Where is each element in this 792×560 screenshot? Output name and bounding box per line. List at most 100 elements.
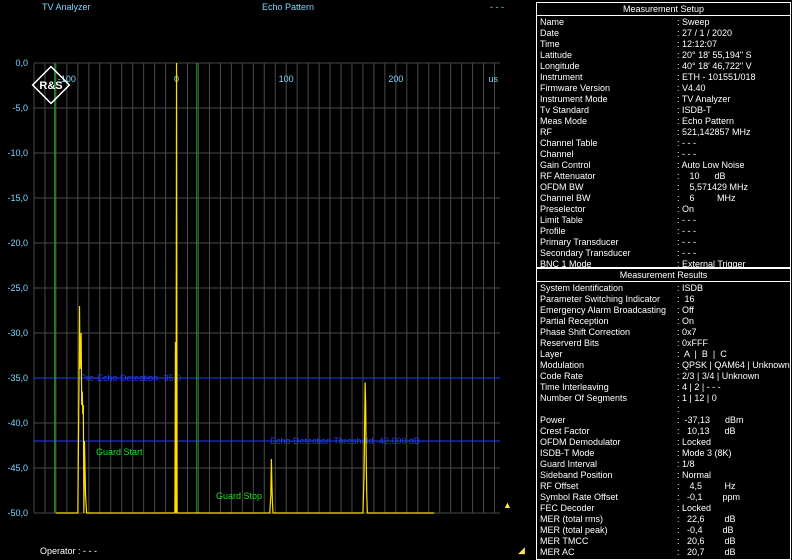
- setup-row-label: Instrument: [540, 72, 583, 82]
- y-tick-label: 0,0: [15, 58, 28, 68]
- y-tick-label: -15,0: [7, 193, 28, 203]
- setup-row-label: Name: [540, 17, 565, 27]
- setup-row-value: : Echo Pattern: [677, 116, 735, 126]
- result-row-label: Sideband Position: [540, 470, 613, 480]
- result-row-label: Phase Shift Correction: [540, 327, 631, 337]
- result-row-value: : Locked: [677, 437, 712, 447]
- setup-row-label: RF Attenuator: [540, 171, 596, 181]
- setup-row-label: Gain Control: [540, 160, 591, 170]
- y-tick-label: -45,0: [7, 463, 28, 473]
- setup-row-label: Firmware Version: [540, 83, 611, 93]
- result-row-label: Code Rate: [540, 371, 584, 381]
- setup-row-value: : - - -: [677, 138, 696, 148]
- setup-row-label: Tv Standard: [540, 105, 590, 115]
- setup-row-label: Secondary Transducer: [540, 248, 631, 258]
- setup-row-label: Primary Transducer: [540, 237, 619, 247]
- result-row-value: :: [677, 404, 680, 414]
- x-tick-label: 100: [279, 74, 294, 84]
- setup-row-value: : On: [677, 204, 695, 214]
- result-row-value: : Normal: [677, 470, 712, 480]
- result-row-label: Guard Interval: [540, 459, 598, 469]
- result-row-value: : Mode 3 (8K): [677, 448, 732, 458]
- measurement-results-title: Measurement Results: [537, 269, 790, 282]
- y-tick-label: -40,0: [7, 418, 28, 428]
- result-row-label: Partial Reception: [540, 316, 609, 326]
- result-row-value: : 10,13 dB: [677, 426, 736, 436]
- setup-row-label: RF: [540, 127, 552, 137]
- result-row-label: Emergency Alarm Broadcasting: [540, 305, 667, 315]
- result-row-label: MER AC: [540, 547, 575, 557]
- result-row-label: RF Offset: [540, 481, 579, 491]
- result-row-label: Layer: [540, 349, 563, 359]
- setup-row-label: Time: [540, 39, 560, 49]
- result-row-value: : Locked: [677, 503, 712, 513]
- operator-label: Operator : - - -: [40, 546, 98, 556]
- result-row-value: : 22,6 dB: [677, 514, 736, 524]
- threshold-label: Pre-Echo Detection -35,0: [80, 373, 181, 383]
- setup-row-value: : 40° 18' 46,722" V: [677, 61, 752, 71]
- setup-row-label: Longitude: [540, 61, 580, 71]
- resize-corner-icon[interactable]: ◢: [518, 545, 525, 556]
- result-row-label: MER TMCC: [540, 536, 589, 546]
- y-tick-label: -25,0: [7, 283, 28, 293]
- result-row-value: : -0,1 ppm: [677, 492, 741, 502]
- setup-row-value: : 20° 18' 55,194" S: [677, 50, 752, 60]
- result-row-value: : 1/8: [677, 459, 695, 469]
- result-row-value: : 4,5 Hz: [677, 481, 736, 491]
- result-row-value: : 1 | 12 | 0: [677, 393, 717, 403]
- setup-row-label: Channel Table: [540, 138, 598, 148]
- guard-label: Guard Start: [96, 447, 143, 457]
- result-row-label: Power: [540, 415, 566, 425]
- setup-row-label: Date: [540, 28, 560, 38]
- threshold-label: Echo Detection Threshold -42,000 dB: [270, 436, 420, 446]
- result-row-value: : -0,4 dB: [677, 525, 734, 535]
- result-row-label: FEC Decoder: [540, 503, 595, 513]
- result-row-label: System Identification: [540, 283, 624, 293]
- result-row-value: : -37,13 dBm: [677, 415, 744, 425]
- setup-row-value: : V4.40: [677, 83, 706, 93]
- result-row-value: : QPSK | QAM64 | Unknown: [677, 360, 790, 370]
- result-row-label: Modulation: [540, 360, 585, 370]
- setup-row-label: OFDM BW: [540, 182, 584, 192]
- setup-row-value: : 27 / 1 / 2020: [677, 28, 733, 38]
- x-axis-unit: us: [488, 74, 498, 84]
- setup-row-value: : ISDB-T: [677, 105, 712, 115]
- y-tick-label: -10,0: [7, 148, 28, 158]
- measurement-results-panel: Measurement Results System Identificatio…: [536, 268, 791, 560]
- y-tick-label: -50,0: [7, 508, 28, 518]
- y-tick-label: -30,0: [7, 328, 28, 338]
- y-tick-label: -35,0: [7, 373, 28, 383]
- result-row-label: ISDB-T Mode: [540, 448, 595, 458]
- measurement-setup-panel: Measurement Setup Name: Sweep Date: 27 / …: [536, 2, 791, 269]
- setup-row-label: Latitude: [540, 50, 573, 60]
- setup-row-value: : 12:12:07: [677, 39, 718, 49]
- setup-row-value: : - - -: [677, 237, 696, 247]
- setup-row-value: : Auto Low Noise: [677, 160, 745, 170]
- setup-row-value: : 5,571429 MHz: [677, 182, 749, 192]
- result-row-value: : 16: [677, 294, 695, 304]
- setup-row-label: Profile: [540, 226, 566, 236]
- result-row-label: OFDM Demodulator: [540, 437, 621, 447]
- y-tick-label: -20,0: [7, 238, 28, 248]
- setup-row-value: : TV Analyzer: [677, 94, 731, 104]
- result-row-label: Reserverd Bits: [540, 338, 600, 348]
- result-row-label: Time Interleaving: [540, 382, 609, 392]
- setup-row-label: Limit Table: [540, 215, 583, 225]
- guard-label: Guard Stop: [216, 491, 262, 501]
- y-tick-label: -5,0: [12, 103, 28, 113]
- result-row-label: Symbol Rate Offset: [540, 492, 618, 502]
- result-row-value: : ISDB: [677, 283, 704, 293]
- result-row-value: : 20,7 dB: [677, 547, 736, 557]
- result-row-value: : On: [677, 316, 695, 326]
- x-tick-label: 200: [388, 74, 403, 84]
- result-row-value: : A | B | C: [677, 349, 727, 359]
- result-row-value: : 20,6 dB: [677, 536, 736, 546]
- setup-row-value: : 10 dB: [677, 171, 726, 181]
- echo-pattern-chart: 0,0 -5,0 -10,0 -15,0 -20,0 -25,0 -30,0 -35,0 -40…: [7, 58, 500, 518]
- result-row-label: Crest Factor: [540, 426, 590, 436]
- setup-row-value: : - - -: [677, 248, 696, 258]
- setup-row-label: Meas Mode: [540, 116, 588, 126]
- resize-up-arrow-icon[interactable]: ▲: [503, 500, 512, 510]
- setup-row-value: : Sweep: [677, 17, 710, 27]
- setup-row-label: Preselector: [540, 204, 586, 214]
